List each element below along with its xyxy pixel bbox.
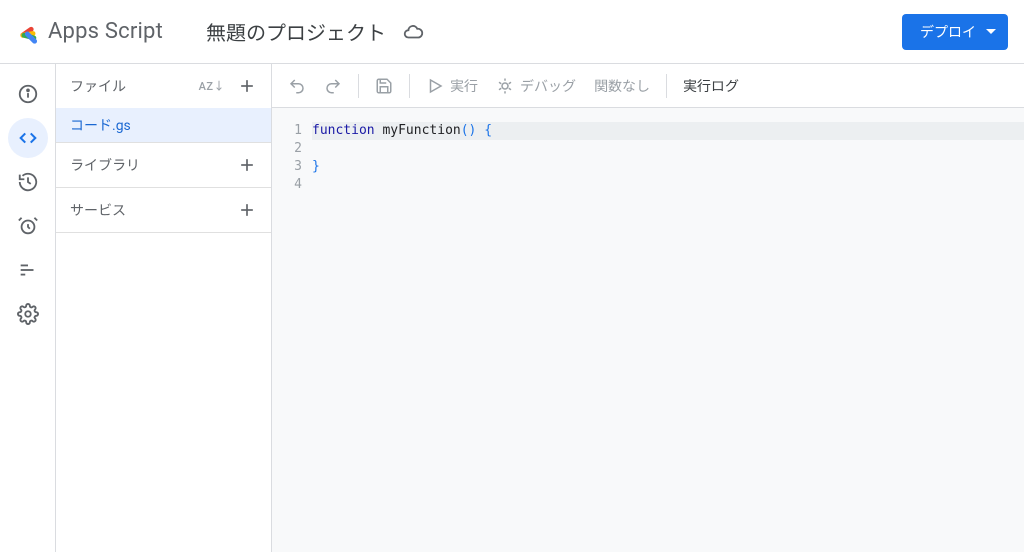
- libraries-title: ライブラリ: [70, 155, 140, 175]
- editor-area: 実行 デバッグ 関数なし 実行ログ 1234 function myFuncti…: [272, 64, 1024, 552]
- redo-button[interactable]: [316, 70, 350, 102]
- alarm-icon: [17, 215, 39, 237]
- undo-icon: [288, 77, 306, 95]
- rail-overview[interactable]: [8, 74, 48, 114]
- add-service-button[interactable]: [233, 196, 261, 224]
- files-panel: ファイル AZ↓ コード.gs ライブラリ: [56, 64, 272, 552]
- debug-button[interactable]: デバッグ: [488, 70, 584, 102]
- run-button[interactable]: 実行: [418, 70, 486, 102]
- plus-icon: [237, 200, 257, 220]
- file-name: コード.gs: [70, 115, 131, 135]
- editor-toolbar: 実行 デバッグ 関数なし 実行ログ: [272, 64, 1024, 108]
- debug-icon: [496, 77, 514, 95]
- files-title: ファイル: [70, 76, 126, 96]
- function-select[interactable]: 関数なし: [586, 70, 658, 102]
- deploy-label: デプロイ: [920, 22, 976, 42]
- chevron-down-icon: [986, 29, 996, 34]
- save-button[interactable]: [367, 70, 401, 102]
- project-title[interactable]: 無題のプロジェクト: [206, 17, 386, 46]
- code-icon: [17, 127, 39, 149]
- undo-button[interactable]: [280, 70, 314, 102]
- add-library-button[interactable]: [233, 151, 261, 179]
- rail-triggers[interactable]: [8, 206, 48, 246]
- brand[interactable]: Apps Script: [16, 19, 186, 45]
- plus-icon: [237, 76, 257, 96]
- debug-label: デバッグ: [520, 76, 576, 96]
- info-icon: [17, 83, 39, 105]
- rail-settings[interactable]: [8, 294, 48, 334]
- apps-script-logo-icon: [16, 19, 42, 45]
- execution-log-button[interactable]: 実行ログ: [675, 70, 747, 102]
- sort-az-button[interactable]: AZ↓: [199, 78, 225, 94]
- execution-log-label: 実行ログ: [683, 76, 739, 96]
- line-gutter: 1234: [272, 122, 312, 552]
- services-title: サービス: [70, 200, 126, 220]
- services-header: サービス: [56, 188, 271, 232]
- executions-icon: [17, 259, 39, 281]
- gear-icon: [17, 303, 39, 325]
- cloud-status-icon[interactable]: [402, 21, 424, 43]
- code-editor[interactable]: 1234 function myFunction() { }: [272, 108, 1024, 552]
- plus-icon: [237, 155, 257, 175]
- rail-history[interactable]: [8, 162, 48, 202]
- deploy-button[interactable]: デプロイ: [902, 14, 1008, 50]
- rail-editor[interactable]: [8, 118, 48, 158]
- file-item[interactable]: コード.gs: [56, 108, 271, 142]
- history-icon: [17, 171, 39, 193]
- function-select-label: 関数なし: [594, 76, 650, 96]
- header: Apps Script 無題のプロジェクト デプロイ: [0, 0, 1024, 64]
- save-icon: [375, 77, 393, 95]
- left-rail: [0, 64, 56, 552]
- redo-icon: [324, 77, 342, 95]
- brand-name: Apps Script: [48, 19, 163, 44]
- rail-executions[interactable]: [8, 250, 48, 290]
- add-file-button[interactable]: [233, 72, 261, 100]
- run-label: 実行: [450, 76, 478, 96]
- code-content[interactable]: function myFunction() { }: [312, 122, 1024, 552]
- files-header: ファイル AZ↓: [56, 64, 271, 108]
- libraries-header: ライブラリ: [56, 143, 271, 187]
- play-icon: [426, 77, 444, 95]
